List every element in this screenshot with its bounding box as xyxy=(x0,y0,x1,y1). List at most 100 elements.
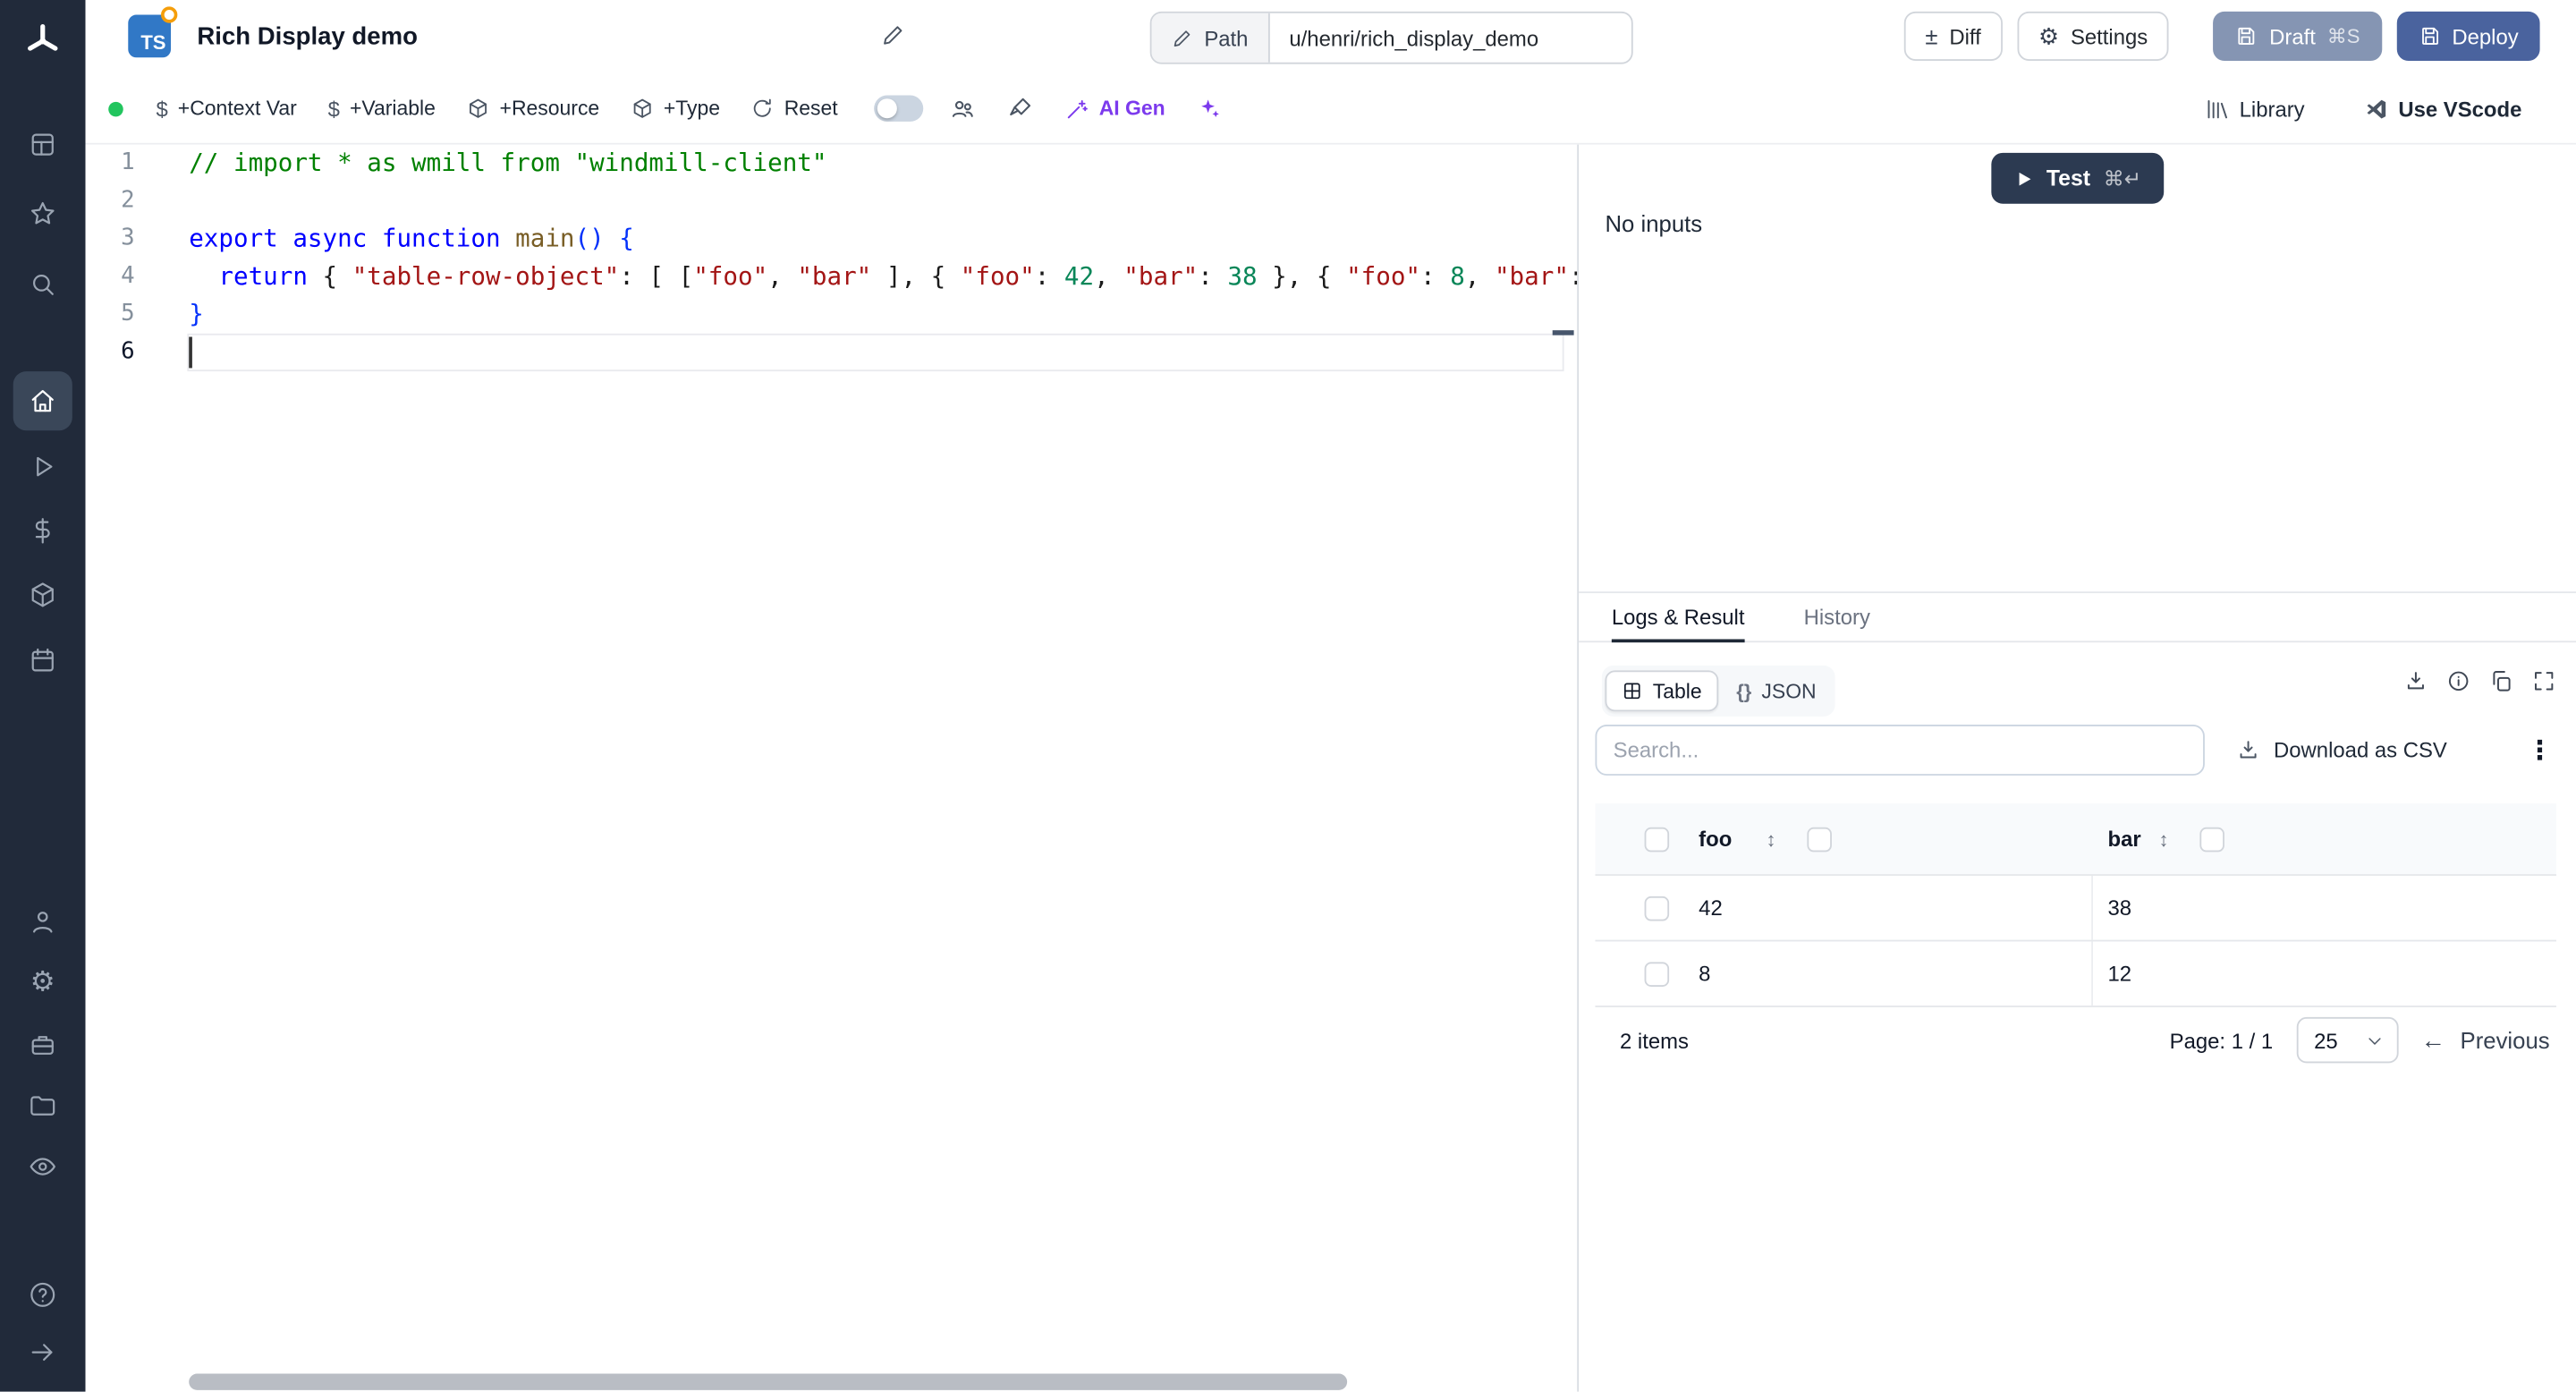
table-header-row: foo ↕ bar ↕ xyxy=(1595,803,2555,876)
column-filter-checkbox[interactable] xyxy=(1807,827,1832,852)
sidebar-item-audit-eye-icon[interactable] xyxy=(0,1152,86,1182)
page-title: Rich Display demo xyxy=(197,0,417,72)
page-indicator: Page: 1 / 1 xyxy=(2170,1028,2274,1053)
row-checkbox[interactable] xyxy=(1645,895,1670,921)
column-header[interactable]: foo xyxy=(1699,803,1732,874)
tab-logs-result[interactable]: Logs & Result xyxy=(1612,593,1745,642)
horizontal-scrollbar-thumb[interactable] xyxy=(189,1374,1347,1390)
deploy-button[interactable]: Deploy xyxy=(2396,12,2540,61)
apps-grid-icon[interactable] xyxy=(0,130,86,159)
path-control[interactable]: Path u/henri/rich_display_demo xyxy=(1150,12,1633,64)
view-table-chip[interactable]: Table xyxy=(1605,670,1718,711)
result-view-toggle: Table {} JSON xyxy=(1602,666,1835,717)
code-editor[interactable]: 1 2 3 4 5 6 // import * as wmill from "w… xyxy=(86,145,1578,1392)
save-icon xyxy=(2235,25,2258,48)
table-row: 42 38 xyxy=(1595,876,2555,941)
play-icon xyxy=(2013,168,2033,188)
line-numbers: 1 2 3 4 5 6 xyxy=(86,145,135,371)
column-filter-checkbox[interactable] xyxy=(2199,827,2224,852)
copy-icon[interactable] xyxy=(2489,669,2514,694)
status-dot-badge xyxy=(161,6,177,22)
tab-history[interactable]: History xyxy=(1804,593,1870,641)
kebab-menu-icon[interactable]: ⋮ xyxy=(2527,725,2553,776)
ai-gen-button[interactable]: AI Gen xyxy=(1060,96,1171,121)
sidebar-item-runs-icon[interactable] xyxy=(0,452,86,481)
path-value: u/henri/rich_display_demo xyxy=(1269,13,1631,63)
sidebar-item-folders-icon[interactable] xyxy=(0,1091,86,1121)
typescript-badge: TS xyxy=(128,15,171,58)
row-checkbox[interactable] xyxy=(1645,961,1670,986)
library-icon xyxy=(2205,96,2230,121)
draft-button[interactable]: Draft ⌘S xyxy=(2214,12,2382,61)
table-cell: 12 xyxy=(2108,941,2132,1006)
page-size-select[interactable]: 25 xyxy=(2296,1017,2398,1063)
code-line: // import * as wmill from "windmill-clie… xyxy=(189,145,826,182)
select-all-checkbox[interactable] xyxy=(1645,827,1670,852)
braces-icon: {} xyxy=(1736,679,1751,702)
draft-shortcut: ⌘S xyxy=(2327,25,2360,48)
code-line: return { "table-row-object": [ ["foo", "… xyxy=(189,258,1577,295)
wand-icon xyxy=(1064,96,1089,121)
add-variable-button[interactable]: $ +Variable xyxy=(323,96,440,121)
sidebar-item-users-icon[interactable] xyxy=(0,907,86,937)
download-csv-button[interactable]: Download as CSV xyxy=(2236,725,2447,776)
add-resource-button[interactable]: +Resource xyxy=(462,97,604,120)
reset-button[interactable]: Reset xyxy=(746,97,843,120)
search-icon[interactable] xyxy=(0,269,86,299)
sidebar-item-home[interactable] xyxy=(13,371,72,430)
favorites-star-icon[interactable] xyxy=(0,199,86,228)
test-button[interactable]: Test ⌘↵ xyxy=(1990,153,2164,204)
table-cell: 8 xyxy=(1699,941,1710,1006)
format-brush-icon[interactable] xyxy=(1002,96,1038,122)
collab-toggle[interactable] xyxy=(874,96,923,122)
result-section: Logs & Result History Table {} JSON xyxy=(1579,591,2576,1391)
sidebar-item-variables-icon[interactable] xyxy=(0,516,86,546)
reset-icon xyxy=(751,97,775,120)
vscode-icon xyxy=(2364,96,2389,121)
help-icon[interactable] xyxy=(0,1280,86,1310)
download-icon[interactable] xyxy=(2403,669,2428,694)
dollar-icon: $ xyxy=(328,96,340,121)
test-shortcut: ⌘↵ xyxy=(2104,166,2141,191)
gear-icon: ⚙ xyxy=(2038,22,2059,50)
windmill-logo-icon[interactable] xyxy=(0,20,86,63)
editor-toolbar: $ +Context Var $ +Variable +Resource +Ty… xyxy=(86,72,2576,145)
run-result-panel: Test ⌘↵ No inputs Logs & Result History … xyxy=(1577,145,2576,1392)
sort-icon[interactable]: ↕ xyxy=(2158,803,2168,874)
search-input[interactable] xyxy=(1595,725,2204,776)
table-cell: 42 xyxy=(1699,876,1723,940)
path-label: Path xyxy=(1204,25,1248,50)
settings-button[interactable]: ⚙ Settings xyxy=(2017,12,2169,61)
add-context-var-button[interactable]: $ +Context Var xyxy=(151,96,301,121)
sidebar-item-schedules-icon[interactable] xyxy=(0,646,86,675)
column-header[interactable]: bar xyxy=(2108,803,2141,874)
add-type-button[interactable]: +Type xyxy=(626,97,725,120)
chevron-down-icon xyxy=(2365,1031,2383,1049)
windmill-script-editor: ⚙ TS Rich Display demo Path xyxy=(0,0,2576,1392)
expand-sidebar-arrow-icon[interactable] xyxy=(0,1337,86,1367)
sidebar-item-workers-icon[interactable] xyxy=(0,1031,86,1060)
result-tabbar: Logs & Result History xyxy=(1579,593,2576,642)
path-edit-button[interactable]: Path xyxy=(1152,13,1270,63)
sort-icon[interactable]: ↕ xyxy=(1766,803,1775,874)
download-icon xyxy=(2236,738,2261,763)
expand-icon[interactable] xyxy=(2531,669,2556,694)
view-json-chip[interactable]: {} JSON xyxy=(1722,672,1831,709)
info-icon[interactable] xyxy=(2446,669,2471,694)
code-line: } xyxy=(189,296,204,334)
sparkles-icon[interactable] xyxy=(1191,96,1227,122)
library-button[interactable]: Library xyxy=(2200,96,2310,121)
diff-icon: ± xyxy=(1925,23,1937,49)
package-icon xyxy=(631,97,654,120)
previous-page-button[interactable]: ← Previous xyxy=(2420,1026,2549,1054)
edit-summary-pencil-icon[interactable] xyxy=(880,23,905,48)
sidebar: ⚙ xyxy=(0,0,86,1392)
sidebar-item-resources-icon[interactable] xyxy=(0,580,86,609)
sidebar-item-settings-gear-icon[interactable]: ⚙ xyxy=(0,968,86,997)
diff-button[interactable]: ± Diff xyxy=(1903,12,2002,61)
use-vscode-button[interactable]: Use VScode xyxy=(2359,96,2527,121)
code-line: export async function main() { xyxy=(189,220,634,258)
collaborators-icon[interactable] xyxy=(945,96,980,122)
no-inputs-text: No inputs xyxy=(1605,210,1702,236)
package-icon xyxy=(467,97,490,120)
